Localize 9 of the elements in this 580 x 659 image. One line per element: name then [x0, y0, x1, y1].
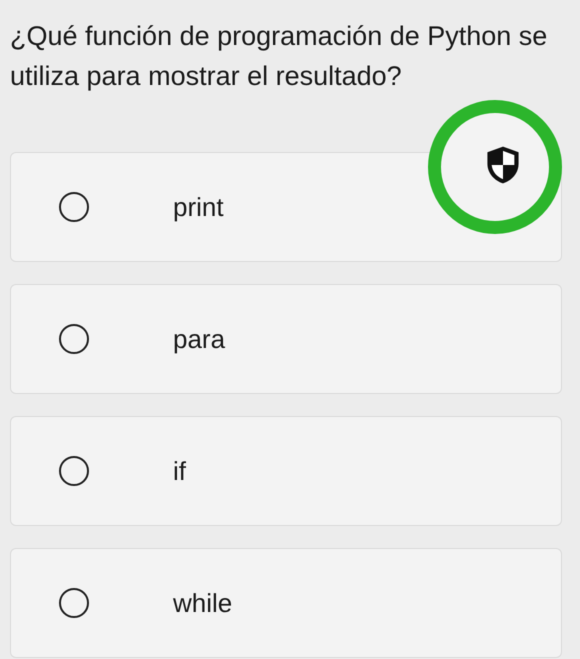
shield-icon [486, 145, 520, 185]
radio-button[interactable] [59, 324, 89, 354]
radio-button[interactable] [59, 588, 89, 618]
question-text: ¿Qué función de programación de Python se utiliza para mostrar el resultado? [9, 20, 548, 93]
answer-option[interactable]: para [10, 284, 562, 394]
radio-button[interactable] [59, 192, 89, 222]
answer-option[interactable]: if [10, 416, 562, 526]
radio-button[interactable] [59, 456, 89, 486]
answer-option[interactable]: while [10, 548, 562, 658]
